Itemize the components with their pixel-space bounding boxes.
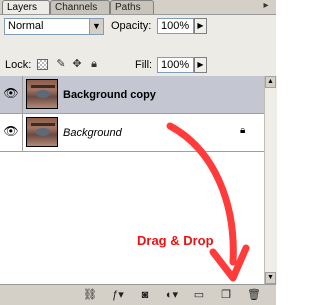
layer-style-icon[interactable]: ƒ▾ [110,288,126,302]
opacity-field[interactable]: 100% [157,18,194,34]
layer-name[interactable]: Background copy [63,89,156,101]
adjustment-layer-icon[interactable]: ◐▾ [164,288,180,302]
divider [22,114,23,151]
scroll-up-icon[interactable]: ▲ [265,76,276,88]
visibility-eye-icon[interactable]: 👁︎ [3,85,19,101]
visibility-eye-icon[interactable]: 👁︎ [3,123,19,139]
panel-menu-icon[interactable]: ▸ [260,0,272,12]
opacity-label: Opacity: [111,20,152,32]
scroll-down-icon[interactable]: ▼ [265,272,276,284]
fill-slider-arrow-icon[interactable]: ▶ [194,57,207,73]
layer-row-background-copy[interactable]: 👁︎ Background copy [0,76,264,114]
blend-mode-select[interactable]: Normal ▼ [4,18,104,35]
tab-paths[interactable]: Paths [110,0,154,14]
drag-drop-annotation: Drag & Drop [137,233,214,248]
lock-brush-icon[interactable]: ✎ [55,58,67,70]
layers-list: 👁︎ Background copy 👁︎ Background 🔒︎ [0,76,264,284]
link-layers-icon[interactable]: ⛓ [82,288,98,302]
trash-icon[interactable]: 🗑︎ [246,288,262,302]
opacity-slider-arrow-icon[interactable]: ▶ [194,18,207,34]
scrollbar[interactable]: ▲ ▼ [264,76,277,284]
new-group-icon[interactable]: ▭ [191,288,207,302]
new-layer-icon[interactable]: ❐ [218,288,234,302]
lock-icon: 🔒︎ [240,125,246,136]
lock-label: Lock: [5,59,32,71]
layer-thumbnail [26,117,58,147]
layer-thumbnail [26,79,58,109]
fill-label: Fill: [135,59,153,71]
tab-channels[interactable]: Channels [50,0,110,14]
layers-panel: Layers Channels Paths ▸ Normal ▼ Opacity… [0,0,277,305]
divider [22,76,23,113]
layer-row-background[interactable]: 👁︎ Background 🔒︎ [0,114,264,152]
lock-all-icon[interactable]: 🔒︎ [88,58,100,70]
lock-move-icon[interactable]: ✥ [71,58,83,70]
tab-layers[interactable]: Layers [2,0,50,14]
lock-transparent-icon[interactable] [37,59,48,70]
layer-name[interactable]: Background [63,127,122,139]
fill-field[interactable]: 100% [157,57,194,73]
layer-mask-icon[interactable]: ◙ [137,288,153,302]
blend-mode-value: Normal [8,20,44,32]
panel-bottom-toolbar: ⛓ ƒ▾ ◙ ◐▾ ▭ ❐ 🗑︎ [0,284,276,305]
chevron-down-icon[interactable]: ▼ [89,19,103,34]
tab-bar: Layers Channels Paths ▸ [0,0,276,14]
